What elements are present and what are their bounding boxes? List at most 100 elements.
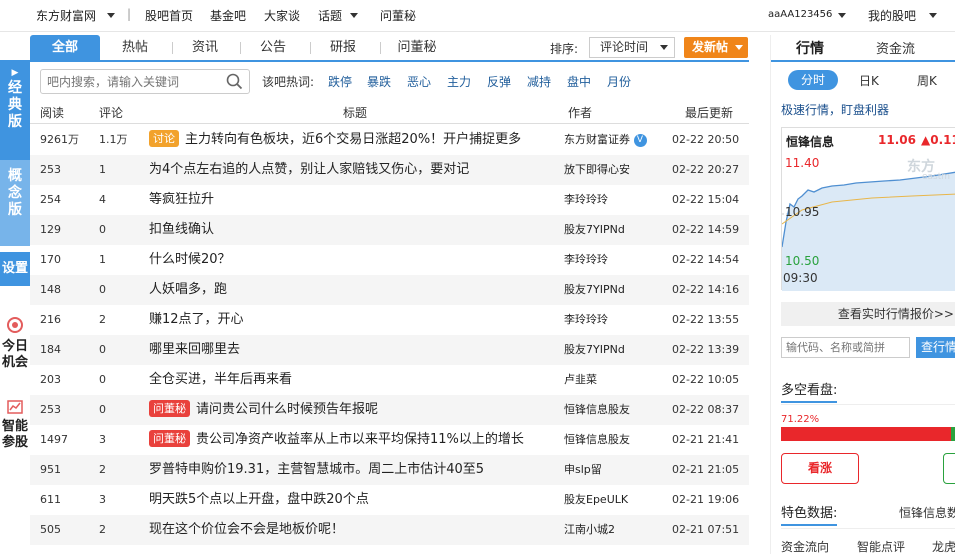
period-intraday-button[interactable]: 分时 xyxy=(788,70,838,90)
post-title-link[interactable]: 贵公司净资产收益率从上市以来平均保持11%以上的增长 xyxy=(196,432,524,447)
code-search-input[interactable] xyxy=(781,337,910,358)
hot-word-link[interactable]: 主力 xyxy=(447,73,471,90)
post-title-link[interactable]: 为4个点左右追的人点赞，别让人家赔钱又伤心，要对记 xyxy=(149,162,469,177)
hot-word-link[interactable]: 反弹 xyxy=(487,73,511,90)
bearish-vote-button[interactable] xyxy=(943,453,955,484)
concept-version-button[interactable]: 概念版 xyxy=(0,160,30,246)
brand-link[interactable]: 东方财富网 xyxy=(36,7,96,24)
comment-count: 2 xyxy=(99,463,106,476)
comment-count: 2 xyxy=(99,313,106,326)
brand-dropdown-caret-icon[interactable] xyxy=(107,8,115,22)
mybar-caret-icon[interactable] xyxy=(929,8,937,22)
today-opportunity-button[interactable]: 今日机会 xyxy=(0,316,30,371)
table-row: 9261万 1.1万 讨论 主力转向有色板块，近6个交易日涨超20%！开户捕捉更多 东方… xyxy=(30,125,749,155)
col-reads-header[interactable]: 阅读 xyxy=(40,104,64,121)
username-link[interactable]: aaAA123456 xyxy=(768,9,832,20)
period-weekly-button[interactable]: 周K xyxy=(917,72,937,89)
new-post-button[interactable]: 发新帖 xyxy=(684,37,748,58)
nav-link-fund-bar[interactable]: 基金吧 xyxy=(210,7,246,24)
target-icon xyxy=(7,317,23,333)
my-guba-link[interactable]: 我的股吧 xyxy=(868,7,916,24)
author-link[interactable]: 申slp留 xyxy=(564,455,602,485)
tab-hot[interactable]: 热帖 xyxy=(108,35,162,60)
tab-news[interactable]: 资讯 xyxy=(178,35,232,60)
table-row: 203 0 全仓买进，半年后再来看 卢韭菜 02-22 10:05 xyxy=(30,365,749,395)
watermark-text: eastm xyxy=(922,172,951,182)
user-caret-icon[interactable] xyxy=(838,8,846,22)
post-title-link[interactable]: 人妖唱多，跑 xyxy=(149,282,227,297)
tab-quote[interactable]: 行情 xyxy=(796,38,824,58)
tab-capital-flow[interactable]: 资金流 xyxy=(876,38,915,57)
col-updated-header[interactable]: 最后更新 xyxy=(685,104,733,121)
author-link[interactable]: 东方财富证券 V xyxy=(564,125,647,155)
author-link[interactable]: 李玲玲玲 xyxy=(564,305,608,335)
author-link[interactable]: 放下即得心安 xyxy=(564,155,630,185)
tab-ask-secretary[interactable]: 问董秘 xyxy=(386,35,448,60)
divider: | xyxy=(127,7,132,21)
col-comments-header[interactable]: 评论 xyxy=(99,104,123,121)
table-row: 505 2 现在这个价位会不会是地板价呢！ 江南小城2 02-21 07:51 xyxy=(30,515,749,545)
read-count: 253 xyxy=(40,403,61,416)
author-link[interactable]: 李玲玲玲 xyxy=(564,185,608,215)
post-title-link[interactable]: 主力转向有色板块，近6个交易日涨超20%！开户捕捉更多 xyxy=(185,132,521,147)
table-row: 148 0 人妖唱多，跑 股友7YIPNd 02-22 14:16 xyxy=(30,275,749,305)
post-title-link[interactable]: 请问贵公司什么时候预告年报呢 xyxy=(196,402,378,417)
nav-link-topics[interactable]: 话题 xyxy=(318,7,342,24)
author-link[interactable]: 股友7YIPNd xyxy=(564,215,625,245)
search-icon[interactable] xyxy=(226,73,243,93)
post-title-cell: 全仓买进，半年后再来看 xyxy=(149,365,292,395)
tab-announcements[interactable]: 公告 xyxy=(246,35,300,60)
post-title-link[interactable]: 全仓买进，半年后再来看 xyxy=(149,372,292,387)
post-title-link[interactable]: 赚12点了，开心 xyxy=(149,312,244,327)
author-link[interactable]: 卢韭菜 xyxy=(564,365,597,395)
query-quote-button[interactable]: 查行情 xyxy=(916,337,955,358)
author-link[interactable]: 股友EpeULK xyxy=(564,485,628,515)
hot-word-link[interactable]: 减持 xyxy=(527,73,551,90)
period-daily-button[interactable]: 日K xyxy=(859,72,879,89)
post-title-link[interactable]: 哪里来回哪里去 xyxy=(149,342,240,357)
post-title-link[interactable]: 现在这个价位会不会是地板价呢！ xyxy=(149,522,344,537)
nav-link-ask-secretary[interactable]: 问董秘 xyxy=(380,7,416,24)
table-row: 1497 3 问董秘 贵公司净资产收益率从上市以来平均保持11%以上的增长 恒锋信息股友… xyxy=(30,425,749,455)
nav-link-discussion[interactable]: 大家谈 xyxy=(264,7,300,24)
sort-select[interactable]: 评论时间 xyxy=(589,37,675,58)
tab-all[interactable]: 全部 xyxy=(30,35,100,60)
post-title-link[interactable]: 扣鱼线确认 xyxy=(149,222,214,237)
author-link[interactable]: 江南小城2 xyxy=(564,515,615,545)
settings-button[interactable]: 设置 xyxy=(0,252,30,286)
smart-comment-link[interactable]: 智能点评 xyxy=(857,538,905,554)
quote-panel: 行情 资金流 分时 日K 周K 极速行情，盯盘利器 恒锋信息 11.06 ▲0.… xyxy=(770,35,955,554)
smart-stock-button[interactable]: 智能参股 xyxy=(0,400,30,451)
promo-link[interactable]: 极速行情，盯盘利器 xyxy=(781,101,889,118)
hot-word-link[interactable]: 恶心 xyxy=(407,73,431,90)
dragon-tiger-link[interactable]: 龙虎 xyxy=(932,538,955,554)
capital-flow-link[interactable]: 资金流向 xyxy=(781,538,829,554)
realtime-quote-link[interactable]: 查看实时行情报价>> xyxy=(781,302,955,326)
post-title-link[interactable]: 明天跌5个点以上开盘，盘中跌20个点 xyxy=(149,492,369,507)
stock-price: 11.06 xyxy=(878,133,916,147)
special-data-stock-link[interactable]: 恒锋信息数 xyxy=(899,504,955,521)
comment-count: 1 xyxy=(99,253,106,266)
hot-word-link[interactable]: 月份 xyxy=(607,73,631,90)
nav-link-guba-home[interactable]: 股吧首页 xyxy=(145,7,193,24)
post-title-link[interactable]: 等疯狂拉升 xyxy=(149,192,214,207)
bar-search-input[interactable] xyxy=(47,73,217,90)
post-title-link[interactable]: 什么时候20？ xyxy=(149,252,231,267)
author-link[interactable]: 恒锋信息股友 xyxy=(564,395,630,425)
hot-word-link[interactable]: 暴跌 xyxy=(367,73,391,90)
author-link[interactable]: 李玲玲玲 xyxy=(564,245,608,275)
topics-caret-icon[interactable] xyxy=(350,8,358,22)
classic-version-button[interactable]: ▶ 经典版 xyxy=(0,60,30,160)
sentiment-title: 多空看盘: xyxy=(781,379,838,403)
bullish-vote-button[interactable]: 看涨 xyxy=(781,453,859,484)
post-title-link[interactable]: 罗普特申购价19.31，主营智慧城市。周二上市估计40至5 xyxy=(149,462,484,477)
hot-word-link[interactable]: 盘中 xyxy=(567,73,591,90)
hot-word-link[interactable]: 跌停 xyxy=(328,73,352,90)
tab-research[interactable]: 研报 xyxy=(316,35,370,60)
author-link[interactable]: 恒锋信息股友 xyxy=(564,425,630,455)
author-link[interactable]: 股友7YIPNd xyxy=(564,275,625,305)
post-badge: 问董秘 xyxy=(149,400,190,417)
last-update-time: 02-22 13:39 xyxy=(672,343,740,356)
author-link[interactable]: 股友7YIPNd xyxy=(564,335,625,365)
intraday-chart[interactable]: 恒锋信息 11.06 ▲0.11 东方 eastm 11.40 10.95 10… xyxy=(781,127,955,291)
